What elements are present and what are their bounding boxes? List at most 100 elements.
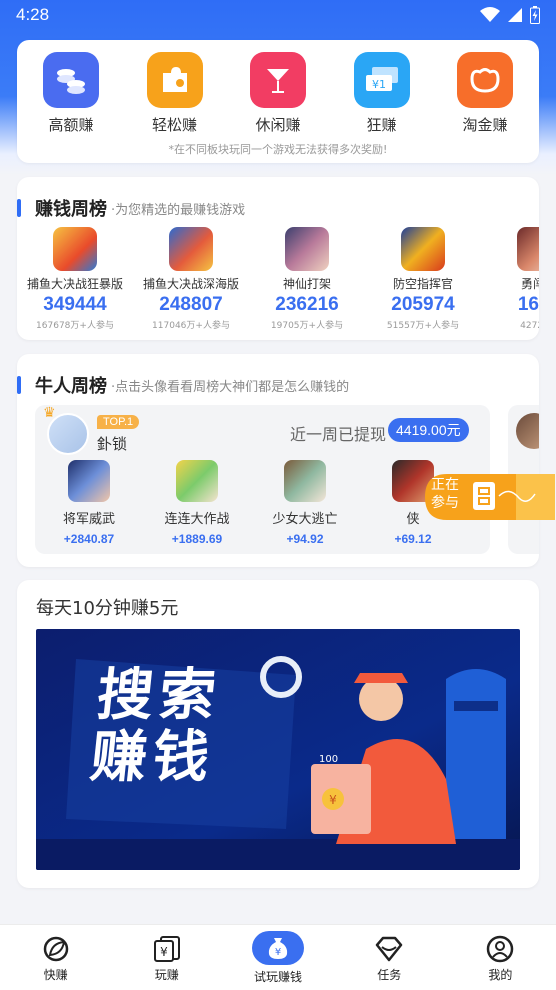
game-earn-value: 236216 xyxy=(275,294,339,315)
game-earn-value: 349444 xyxy=(43,294,107,315)
game-name: 侠 xyxy=(406,512,420,527)
category-label: 淘金赚 xyxy=(462,116,508,134)
game-thumbnail xyxy=(401,227,445,271)
weekly-game-item[interactable]: 勇闯地 1679 42720万 xyxy=(481,227,539,331)
category-label: 休闲赚 xyxy=(255,116,301,134)
float-badge-text: 正在 参与 xyxy=(431,476,459,512)
nav-trial-earn[interactable]: ¥ 试玩赚钱 xyxy=(222,925,333,990)
gold-ingot-icon xyxy=(457,52,513,108)
svg-text:¥1: ¥1 xyxy=(372,78,386,91)
game-participants: 117046万+人参与 xyxy=(152,321,230,331)
game-name: 勇闯地 xyxy=(520,277,539,291)
player-game-item[interactable]: 少女大逃亡 +94.92 xyxy=(251,460,359,546)
game-participants: 51557万+人参与 xyxy=(386,321,460,331)
weekly-game-item[interactable]: 神仙打架 236216 19705万+人参与 xyxy=(249,227,365,331)
section-accent-bar xyxy=(17,199,21,217)
banner-headline: 搜索 赚钱 xyxy=(87,663,225,790)
section-subtitle: ·点击头像看看周榜大神们都是怎么赚钱的 xyxy=(111,379,350,395)
daily-title: 每天10分钟赚5元 xyxy=(36,598,179,619)
nav-mine[interactable]: 我的 xyxy=(445,925,556,990)
nav-play-earn[interactable]: ¥ 玩赚 xyxy=(111,925,222,990)
category-card: 高额赚 轻松赚 休闲赚 ¥1 狂赚 淘金赚 *在不同板块玩同一个游戏无法获得多次… xyxy=(17,40,539,163)
game-name: 将军威武 xyxy=(62,512,115,527)
game-thumbnail xyxy=(176,460,218,502)
game-earn-value: 205974 xyxy=(391,294,455,315)
game-name: 连连大作战 xyxy=(164,512,230,527)
section-accent-bar xyxy=(17,376,21,394)
game-name: 捕鱼大决战狂暴版 xyxy=(26,277,123,291)
diamond-icon xyxy=(375,936,403,962)
section-title: 牛人周榜 xyxy=(35,376,107,397)
nav-label: 试玩赚钱 xyxy=(254,970,303,984)
game-participants: 19705万+人参与 xyxy=(270,321,344,331)
game-thumbnail xyxy=(53,227,97,271)
float-line-1: 正在 xyxy=(431,477,459,493)
status-bar: 4:28 xyxy=(0,0,556,30)
game-participants: 167678万+人参与 xyxy=(36,321,114,331)
status-time: 4:28 xyxy=(16,5,50,24)
yen-cards-icon: ¥ xyxy=(153,936,180,962)
leaf-circle-icon xyxy=(43,936,68,962)
wifi-icon xyxy=(480,7,500,22)
category-high-earn[interactable]: 高额赚 xyxy=(40,52,102,135)
game-earned: +69.12 xyxy=(394,532,432,546)
game-thumbnail xyxy=(169,227,213,271)
category-label: 轻松赚 xyxy=(151,116,197,134)
puzzle-icon xyxy=(146,52,203,108)
banner-line-1: 搜索 xyxy=(93,663,225,728)
avatar[interactable] xyxy=(516,413,539,449)
weekly-earn-card: 赚钱周榜 ·为您精选的最赚钱游戏 捕鱼大决战狂暴版 349444 167678万… xyxy=(17,177,539,340)
svg-text:¥: ¥ xyxy=(275,947,281,958)
rank-badge: TOP.1 xyxy=(97,415,140,429)
game-earned: +94.92 xyxy=(286,532,324,546)
category-leisure-earn[interactable]: 休闲赚 xyxy=(247,52,309,135)
nav-label: 任务 xyxy=(377,968,402,982)
crown-icon: ♛ xyxy=(43,405,56,421)
game-name: 防空指挥官 xyxy=(392,277,453,291)
withdraw-label: 近一周已提现 xyxy=(290,425,387,444)
weekly-game-item[interactable]: 防空指挥官 205974 51557万+人参与 xyxy=(365,227,481,331)
banner-note: 100 xyxy=(319,754,339,765)
category-easy-earn[interactable]: 轻松赚 xyxy=(144,52,206,135)
svg-text:¥: ¥ xyxy=(160,945,168,959)
game-earned: +1889.69 xyxy=(171,532,223,546)
money-bag-icon: ¥ xyxy=(252,931,304,965)
nav-label: 玩赚 xyxy=(154,968,179,982)
player-game-item[interactable]: 连连大作战 +1889.69 xyxy=(143,460,251,546)
section-subtitle: ·为您精选的最赚钱游戏 xyxy=(111,202,246,218)
participating-float-button[interactable]: 正在 参与 xyxy=(421,470,556,522)
signal-icon xyxy=(508,8,522,22)
game-thumbnail xyxy=(68,460,110,502)
category-gold-earn[interactable]: 淘金赚 xyxy=(454,52,516,135)
category-crazy-earn[interactable]: ¥1 狂赚 xyxy=(351,52,413,135)
battery-icon xyxy=(530,6,540,24)
game-earn-value: 248807 xyxy=(159,294,223,315)
game-name: 少女大逃亡 xyxy=(272,512,338,527)
top-players-card: 牛人周榜 ·点击头像看看周榜大神们都是怎么赚钱的 ♛ TOP.1 釙锁 近一周已… xyxy=(17,354,539,567)
banknotes-icon: ¥1 xyxy=(353,52,410,108)
game-name: 神仙打架 xyxy=(282,277,331,291)
category-label: 狂赚 xyxy=(366,116,397,134)
game-earned: +2840.87 xyxy=(63,532,115,546)
bottom-nav: 快赚 ¥ 玩赚 ¥ 试玩赚钱 任务 我的 xyxy=(0,924,556,990)
search-earn-banner[interactable]: ¥ 搜索 赚钱 100 xyxy=(36,629,520,870)
nav-label: 我的 xyxy=(488,968,513,982)
player-game-item[interactable]: 将军威武 +2840.87 xyxy=(35,460,143,546)
game-thumbnail xyxy=(284,460,326,502)
svg-text:¥: ¥ xyxy=(329,793,337,807)
game-thumbnail xyxy=(517,227,539,271)
float-line-2: 参与 xyxy=(431,495,459,511)
category-label: 高额赚 xyxy=(48,116,94,134)
nav-tasks[interactable]: 任务 xyxy=(334,925,445,990)
game-thumbnail xyxy=(285,227,329,271)
section-title: 赚钱周榜 xyxy=(35,199,107,220)
player-name: 釙锁 xyxy=(97,435,128,453)
game-earn-value: 1679 xyxy=(517,294,539,315)
banner-line-2: 赚钱 xyxy=(87,725,219,790)
weekly-game-item[interactable]: 捕鱼大决战狂暴版 349444 167678万+人参与 xyxy=(17,227,133,331)
game-participants: 42720万 xyxy=(520,321,539,331)
cocktail-icon xyxy=(250,52,306,108)
nav-quick-earn[interactable]: 快赚 xyxy=(0,925,111,990)
game-name: 捕鱼大决战深海版 xyxy=(142,277,239,291)
weekly-game-item[interactable]: 捕鱼大决战深海版 248807 117046万+人参与 xyxy=(133,227,249,331)
